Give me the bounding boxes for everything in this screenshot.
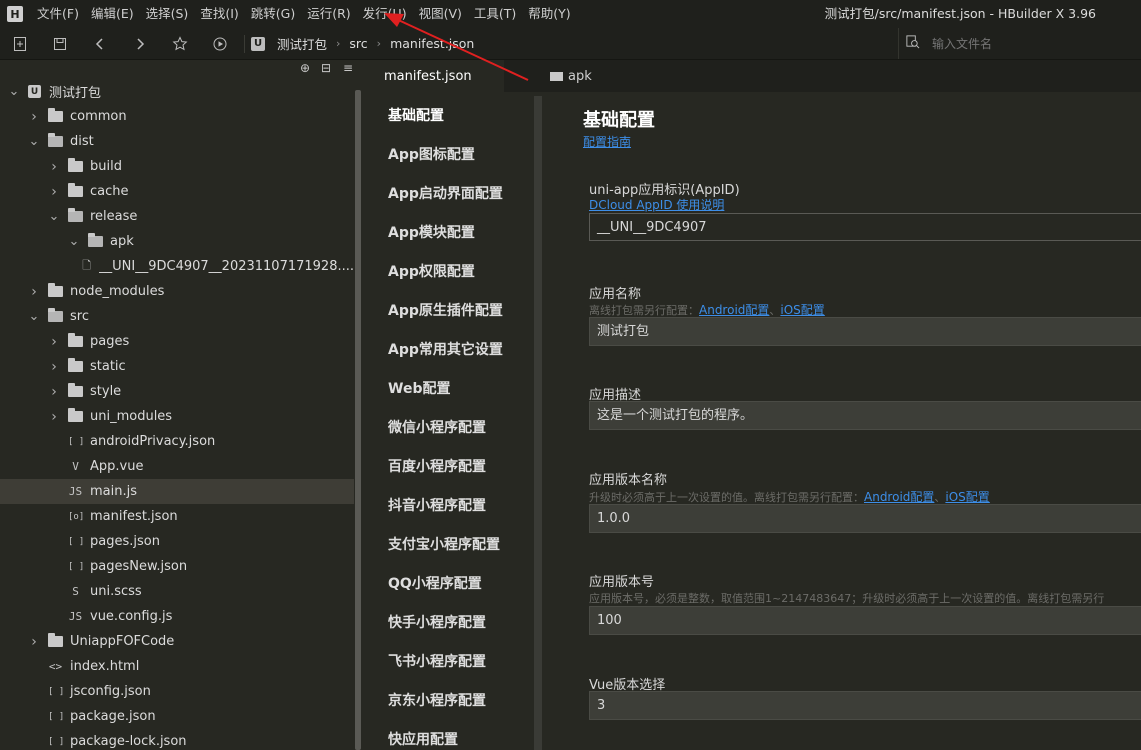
annotation-arrow — [384, 13, 529, 81]
